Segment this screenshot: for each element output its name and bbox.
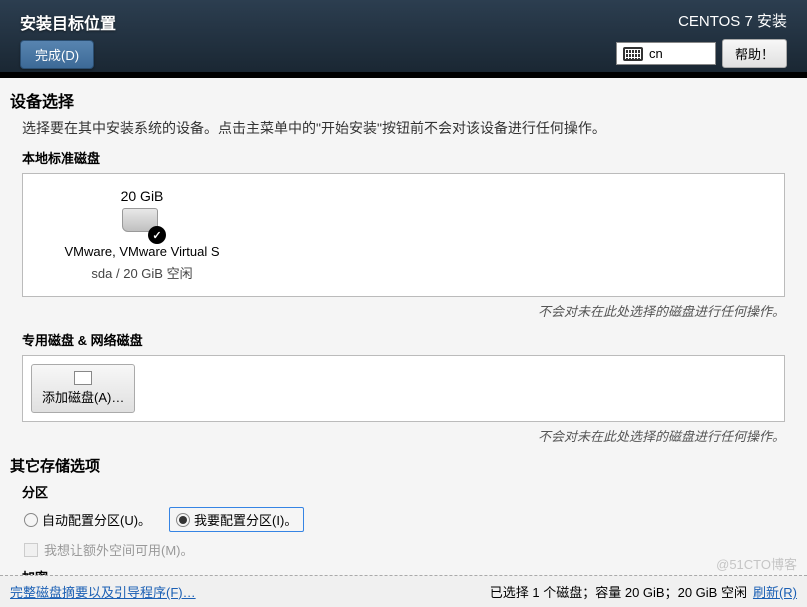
topbar: 安装目标位置 完成(D) CENTOS 7 安装 cn 帮助！ xyxy=(0,0,807,78)
auto-partition-label: 自动配置分区(U)。 xyxy=(42,510,151,529)
other-storage-title: 其它存储选项 xyxy=(10,455,797,476)
auto-partition-radio[interactable]: 自动配置分区(U)。 xyxy=(24,510,151,529)
disk-summary-link[interactable]: 完整磁盘摘要以及引导程序(F)… xyxy=(10,582,196,601)
keyboard-layout-selector[interactable]: cn xyxy=(616,42,716,65)
watermark: @51CTO博客 xyxy=(716,554,797,573)
device-selection-title: 设备选择 xyxy=(10,88,797,112)
extra-space-checkbox: 我想让额外空间可用(M)。 xyxy=(24,540,797,559)
extra-space-label: 我想让额外空间可用(M)。 xyxy=(44,540,194,559)
add-disk-label: 添加磁盘(A)… xyxy=(42,387,124,406)
help-button[interactable]: 帮助！ xyxy=(722,39,787,68)
content-area: 设备选择 选择要在其中安装系统的设备。点击主菜单中的"开始安装"按钮前不会对该设… xyxy=(0,78,807,575)
disk-size: 20 GiB xyxy=(121,188,164,204)
disk-info: sda / 20 GiB 空闲 xyxy=(91,263,192,282)
refresh-link[interactable]: 刷新(R) xyxy=(753,582,797,601)
keyboard-layout-label: cn xyxy=(649,46,663,61)
special-disks-box: 添加磁盘(A)… xyxy=(22,355,785,422)
selected-summary: 已选择 1 个磁盘；容量 20 GiB；20 GiB 空闲 xyxy=(490,582,747,601)
radio-icon xyxy=(176,513,190,527)
disk-item-sda[interactable]: 20 GiB ✓ VMware, VMware Virtual S sda / … xyxy=(37,188,247,282)
manual-partition-label: 我要配置分区(I)。 xyxy=(194,510,297,529)
page-title: 安装目标位置 xyxy=(20,10,116,34)
check-icon: ✓ xyxy=(148,226,166,244)
add-disk-icon xyxy=(74,371,92,385)
manual-partition-radio[interactable]: 我要配置分区(I)。 xyxy=(169,507,304,532)
install-title: CENTOS 7 安装 xyxy=(678,10,787,31)
device-selection-description: 选择要在其中安装系统的设备。点击主菜单中的"开始安装"按钮前不会对该设备进行任何… xyxy=(22,118,797,138)
radio-icon xyxy=(24,513,38,527)
encrypt-label: 加密 xyxy=(22,567,797,575)
disk-name: VMware, VMware Virtual S xyxy=(64,244,219,259)
special-disk-hint: 不会对未在此处选择的磁盘进行任何操作。 xyxy=(10,426,785,445)
bottombar: 完整磁盘摘要以及引导程序(F)… 已选择 1 个磁盘；容量 20 GiB；20 … xyxy=(0,575,807,607)
keyboard-icon xyxy=(623,47,643,61)
special-disks-label: 专用磁盘 & 网络磁盘 xyxy=(22,330,797,349)
local-disks-box: 20 GiB ✓ VMware, VMware Virtual S sda / … xyxy=(22,173,785,297)
checkbox-icon xyxy=(24,543,38,557)
done-button[interactable]: 完成(D) xyxy=(20,40,94,69)
partition-label: 分区 xyxy=(22,482,797,501)
local-disk-hint: 不会对未在此处选择的磁盘进行任何操作。 xyxy=(10,301,785,320)
add-disk-button[interactable]: 添加磁盘(A)… xyxy=(31,364,135,413)
local-disks-label: 本地标准磁盘 xyxy=(22,148,797,167)
